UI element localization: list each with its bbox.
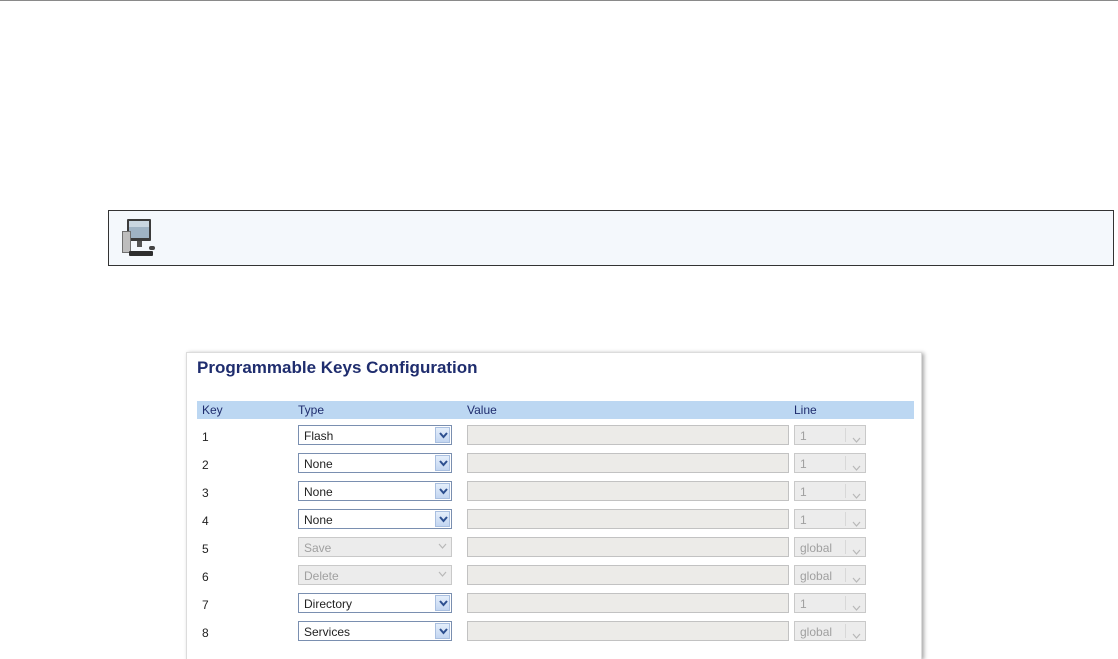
value-input [467,453,789,473]
line-select-value: 1 [800,513,807,527]
chevron-down-icon [852,627,861,645]
line-select: 1 [794,481,866,501]
chevron-down-icon [852,599,861,617]
type-select[interactable]: None [298,509,452,529]
chevron-down-icon [852,543,861,561]
chevron-down-icon [852,515,861,533]
value-input [467,481,789,501]
table-row: 3 None 1 [197,481,914,509]
dropdown-button [435,539,450,555]
key-number: 3 [202,486,209,500]
value-input [467,425,789,445]
type-select-value: Flash [304,429,334,443]
line-select: 1 [794,453,866,473]
key-number: 6 [202,570,209,584]
dropdown-button[interactable] [435,427,450,443]
line-select-divider [845,568,846,582]
dropdown-button[interactable] [435,595,450,611]
line-select: global [794,621,866,641]
top-rule [0,0,1118,1]
type-select-value: Delete [304,569,339,583]
key-number: 5 [202,542,209,556]
key-number: 4 [202,514,209,528]
dropdown-button[interactable] [435,623,450,639]
column-header-key: Key [202,403,223,417]
line-select-value: global [800,569,833,583]
line-select-divider [845,540,846,554]
value-input [467,565,789,585]
line-select-divider [845,624,846,638]
type-select: Save [298,537,452,557]
type-select-value: Directory [304,597,353,611]
type-select-value: None [304,513,333,527]
panel-title: Programmable Keys Configuration [197,358,478,377]
value-input [467,509,789,529]
type-select-value: Services [304,625,351,639]
table-row: 5 Save global [197,537,914,565]
line-select: 1 [794,425,866,445]
line-select-value: 1 [800,429,807,443]
programmable-keys-panel: Programmable Keys Configuration Key Type… [186,352,922,659]
line-select-value: 1 [800,485,807,499]
type-select-value: Save [304,541,332,555]
column-header-type: Type [298,403,325,417]
dropdown-button[interactable] [435,511,450,527]
chevron-down-icon [852,571,861,589]
type-select-value: None [304,457,333,471]
type-select[interactable]: None [298,453,452,473]
table-row: 4 None 1 [197,509,914,537]
type-select[interactable]: Directory [298,593,452,613]
line-select-divider [845,596,846,610]
chevron-down-icon [852,431,861,449]
desktop-computer-icon [122,219,155,256]
type-select[interactable]: Services [298,621,452,641]
line-select-value: 1 [800,597,807,611]
key-number: 2 [202,458,209,472]
line-select-value: global [800,625,833,639]
key-number: 8 [202,626,209,640]
type-select[interactable]: None [298,481,452,501]
chevron-down-icon [852,459,861,477]
table-header: Key Type Value Line [197,401,914,419]
line-select: 1 [794,509,866,529]
type-select-value: None [304,485,333,499]
line-select-divider [845,456,846,470]
table-row: 6 Delete global [197,565,914,593]
table-row: 2 None 1 [197,453,914,481]
value-input [467,593,789,613]
key-number: 1 [202,430,209,444]
value-input [467,621,789,641]
table-row: 8 Services global [197,621,914,649]
value-input [467,537,789,557]
chevron-down-icon [852,487,861,505]
line-select-value: 1 [800,457,807,471]
line-select-divider [845,512,846,526]
dropdown-button [435,567,450,583]
dropdown-button[interactable] [435,483,450,499]
key-number: 7 [202,598,209,612]
line-select-divider [845,428,846,442]
line-select: global [794,565,866,585]
type-select[interactable]: Flash [298,425,452,445]
type-select: Delete [298,565,452,585]
column-header-value: Value [467,403,497,417]
line-select: 1 [794,593,866,613]
dropdown-button[interactable] [435,455,450,471]
line-select: global [794,537,866,557]
table-row: 7 Directory 1 [197,593,914,621]
column-header-line: Line [794,403,817,417]
note-box [108,210,1114,266]
line-select-value: global [800,541,833,555]
table-row: 1 Flash 1 [197,425,914,453]
line-select-divider [845,484,846,498]
